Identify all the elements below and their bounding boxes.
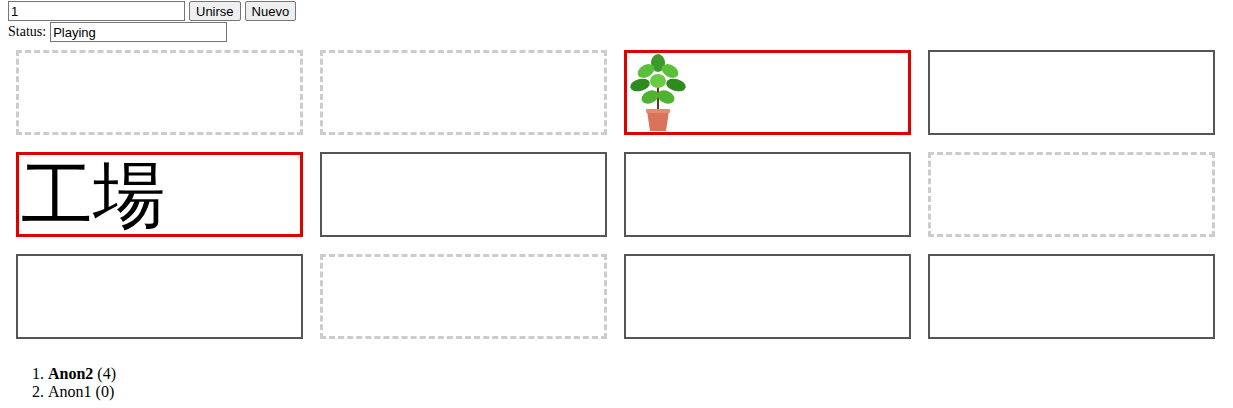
card[interactable] bbox=[320, 50, 607, 135]
card[interactable] bbox=[320, 152, 607, 237]
player-row: 2.Anon1(0) bbox=[26, 383, 1225, 401]
plant-icon bbox=[628, 53, 688, 133]
card[interactable] bbox=[928, 152, 1215, 237]
game-id-input[interactable] bbox=[8, 1, 185, 21]
status-label: Status: bbox=[8, 24, 46, 40]
card[interactable]: 工場 bbox=[16, 152, 303, 237]
page: UnirseNuevoStatus:工場1.Anon2(4)2.Anon1(0) bbox=[0, 0, 1233, 401]
card[interactable] bbox=[624, 254, 911, 339]
player-rank: 2. bbox=[26, 383, 44, 401]
card[interactable] bbox=[624, 152, 911, 237]
card-word: 工場 bbox=[19, 159, 165, 231]
action-button[interactable]: Nuevo bbox=[245, 1, 297, 21]
card[interactable] bbox=[928, 254, 1215, 339]
board: 工場 bbox=[8, 50, 1225, 339]
player-rank: 1. bbox=[26, 365, 44, 383]
player-name: Anon1 bbox=[48, 383, 92, 401]
card[interactable] bbox=[624, 50, 911, 135]
join-bar: UnirseNuevo bbox=[8, 1, 1225, 21]
status-bar: Status: bbox=[8, 22, 1225, 42]
player-row: 1.Anon2(4) bbox=[26, 365, 1225, 383]
player-score: (4) bbox=[97, 365, 116, 383]
player-name: Anon2 bbox=[48, 365, 93, 383]
card[interactable] bbox=[16, 50, 303, 135]
card[interactable] bbox=[16, 254, 303, 339]
card[interactable] bbox=[320, 254, 607, 339]
player-list: 1.Anon2(4)2.Anon1(0) bbox=[8, 365, 1225, 401]
status-input[interactable] bbox=[50, 22, 227, 42]
card[interactable] bbox=[928, 50, 1215, 135]
player-score: (0) bbox=[96, 383, 115, 401]
action-button[interactable]: Unirse bbox=[189, 1, 241, 21]
